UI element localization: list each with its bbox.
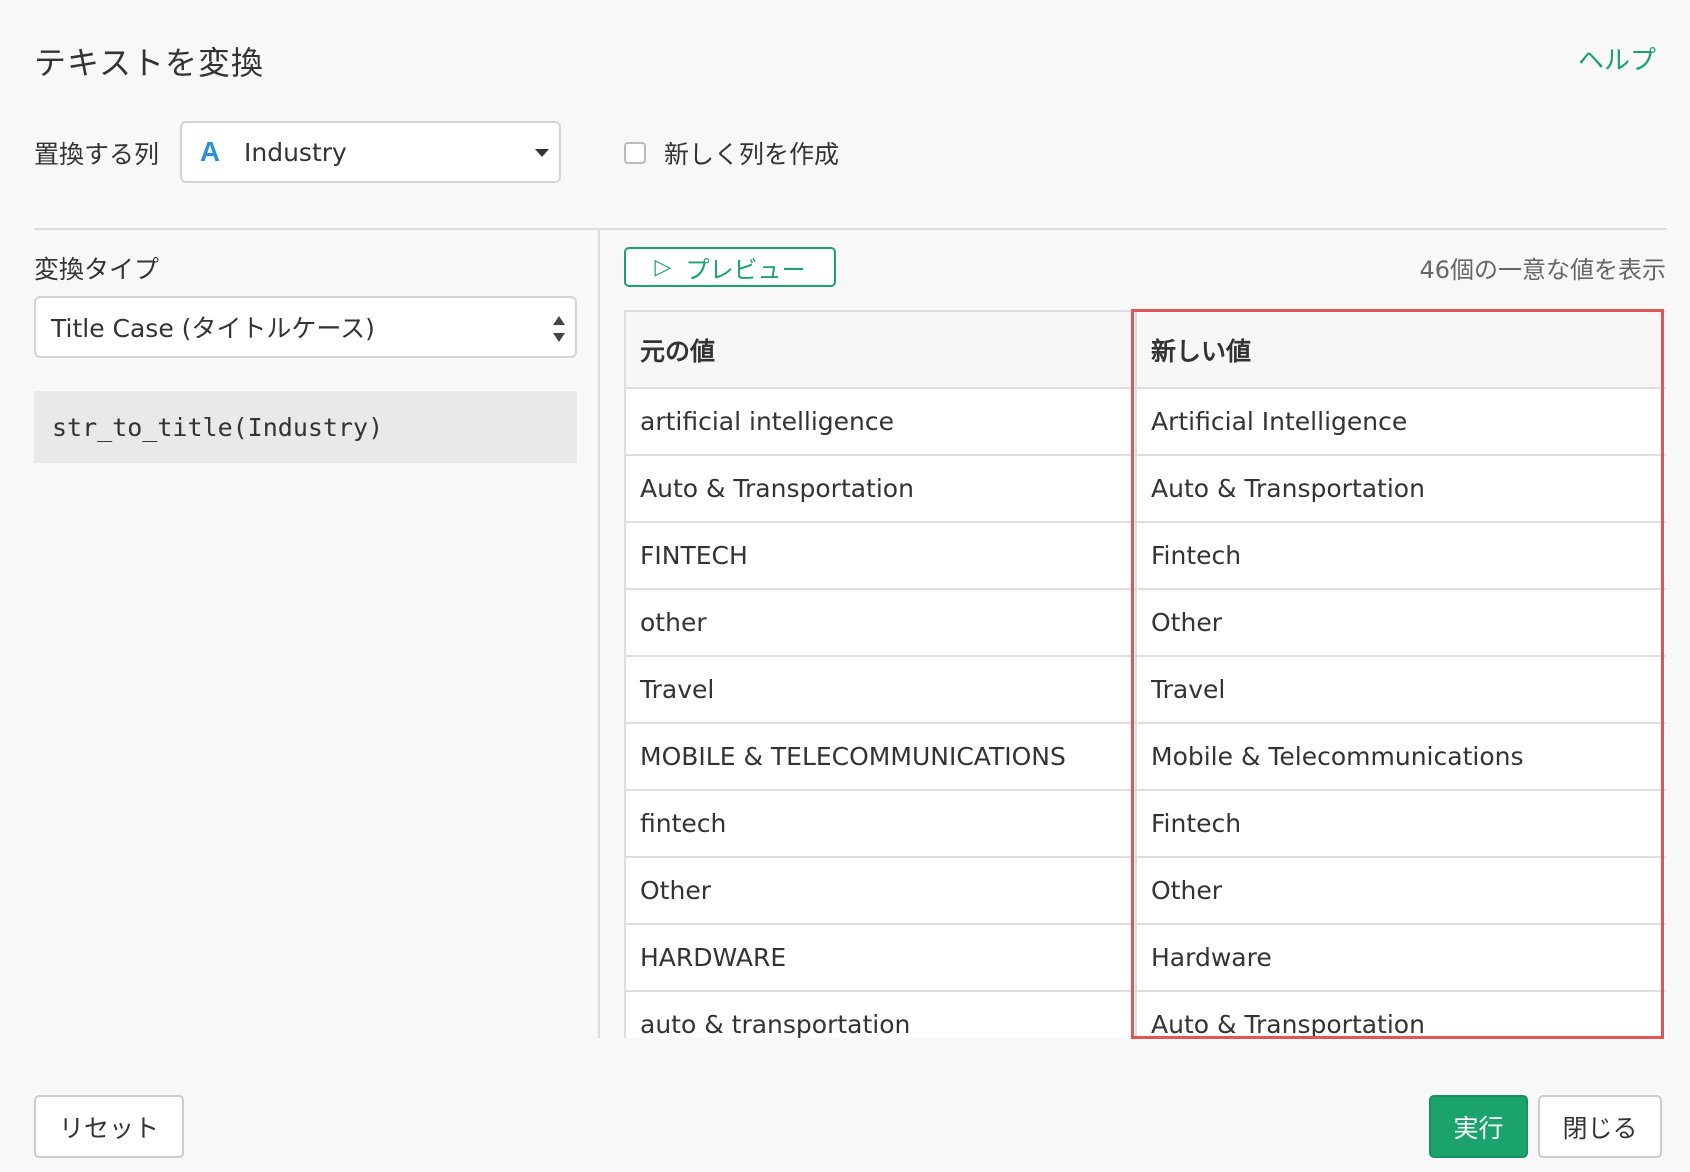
new-value-cell: Mobile & Telecommunications [1136,723,1666,791]
header-new-value: 新しい値 [1136,312,1666,389]
original-value-cell: HARDWARE [626,924,1137,992]
reset-button[interactable]: リセット [34,1095,184,1158]
help-link[interactable]: ヘルプ [1578,40,1656,77]
original-value-cell: MOBILE & TELECOMMUNICATIONS [626,723,1137,791]
table-row: auto & transportation Auto & Transportati… [626,991,1666,1038]
table-row: MOBILE & TELECOMMUNICATIONS Mobile & Tele… [626,723,1666,791]
conversion-type-value: Title Case (タイトルケース) [51,314,375,343]
table-row: Travel Travel [626,656,1666,724]
new-column-label: 新しく列を作成 [664,140,840,169]
original-value-cell: fintech [626,790,1137,858]
original-value-cell: artificial intelligence [626,388,1137,456]
table-row: FINTECH Fintech [626,522,1666,590]
table-row: HARDWARE Hardware [626,924,1666,992]
column-select[interactable]: A Industry [180,121,561,183]
new-value-cell: Auto & Transportation [1136,991,1666,1038]
column-select-label: 置換する列 [34,140,160,169]
new-value-cell: Fintech [1136,790,1666,858]
updown-arrows-icon [553,316,565,342]
vertical-divider [598,228,600,1038]
preview-table-container[interactable]: 元の値 新しい値 artificial intelligence Artifici… [624,310,1666,1038]
original-value-cell: Auto & Transportation [626,455,1137,523]
run-button[interactable]: 実行 [1429,1095,1528,1158]
preview-button-label: プレビュー [685,255,806,284]
table-row: Other Other [626,857,1666,925]
original-value-cell: other [626,589,1137,657]
preview-table: 元の値 新しい値 artificial intelligence Artifici… [626,312,1666,1038]
table-row: Auto & Transportation Auto & Transportati… [626,455,1666,523]
new-value-cell: Other [1136,857,1666,925]
original-value-cell: Travel [626,656,1137,724]
column-select-value: Industry [244,137,347,167]
new-value-cell: Auto & Transportation [1136,455,1666,523]
string-type-icon: A [199,136,221,167]
new-column-option[interactable]: 新しく列を作成 [624,135,839,171]
new-value-cell: Artificial Intelligence [1136,388,1666,456]
table-row: other Other [626,589,1666,657]
close-button[interactable]: 閉じる [1538,1095,1662,1158]
header-original-value: 元の値 [626,312,1137,389]
caret-down-icon [535,149,549,157]
new-value-cell: Fintech [1136,522,1666,590]
dialog-title: テキストを変換 [34,44,265,82]
play-icon: ▷ [654,254,672,280]
horizontal-divider [34,228,1667,230]
original-value-cell: auto & transportation [626,991,1137,1038]
conversion-type-label: 変換タイプ [34,255,160,284]
new-column-checkbox[interactable] [624,142,646,164]
original-value-cell: FINTECH [626,522,1137,590]
preview-button[interactable]: ▷ プレビュー [624,247,836,287]
table-header-row: 元の値 新しい値 [626,312,1666,389]
conversion-type-select[interactable]: Title Case (タイトルケース) [34,296,577,358]
unique-values-count: 46個の一意な値を表示 [1419,256,1666,284]
new-value-cell: Travel [1136,656,1666,724]
table-row: artificial intelligence Artificial Intell… [626,388,1666,456]
new-value-cell: Other [1136,589,1666,657]
expression-box: str_to_title(Industry) [34,391,577,463]
new-value-cell: Hardware [1136,924,1666,992]
original-value-cell: Other [626,857,1137,925]
table-row: fintech Fintech [626,790,1666,858]
